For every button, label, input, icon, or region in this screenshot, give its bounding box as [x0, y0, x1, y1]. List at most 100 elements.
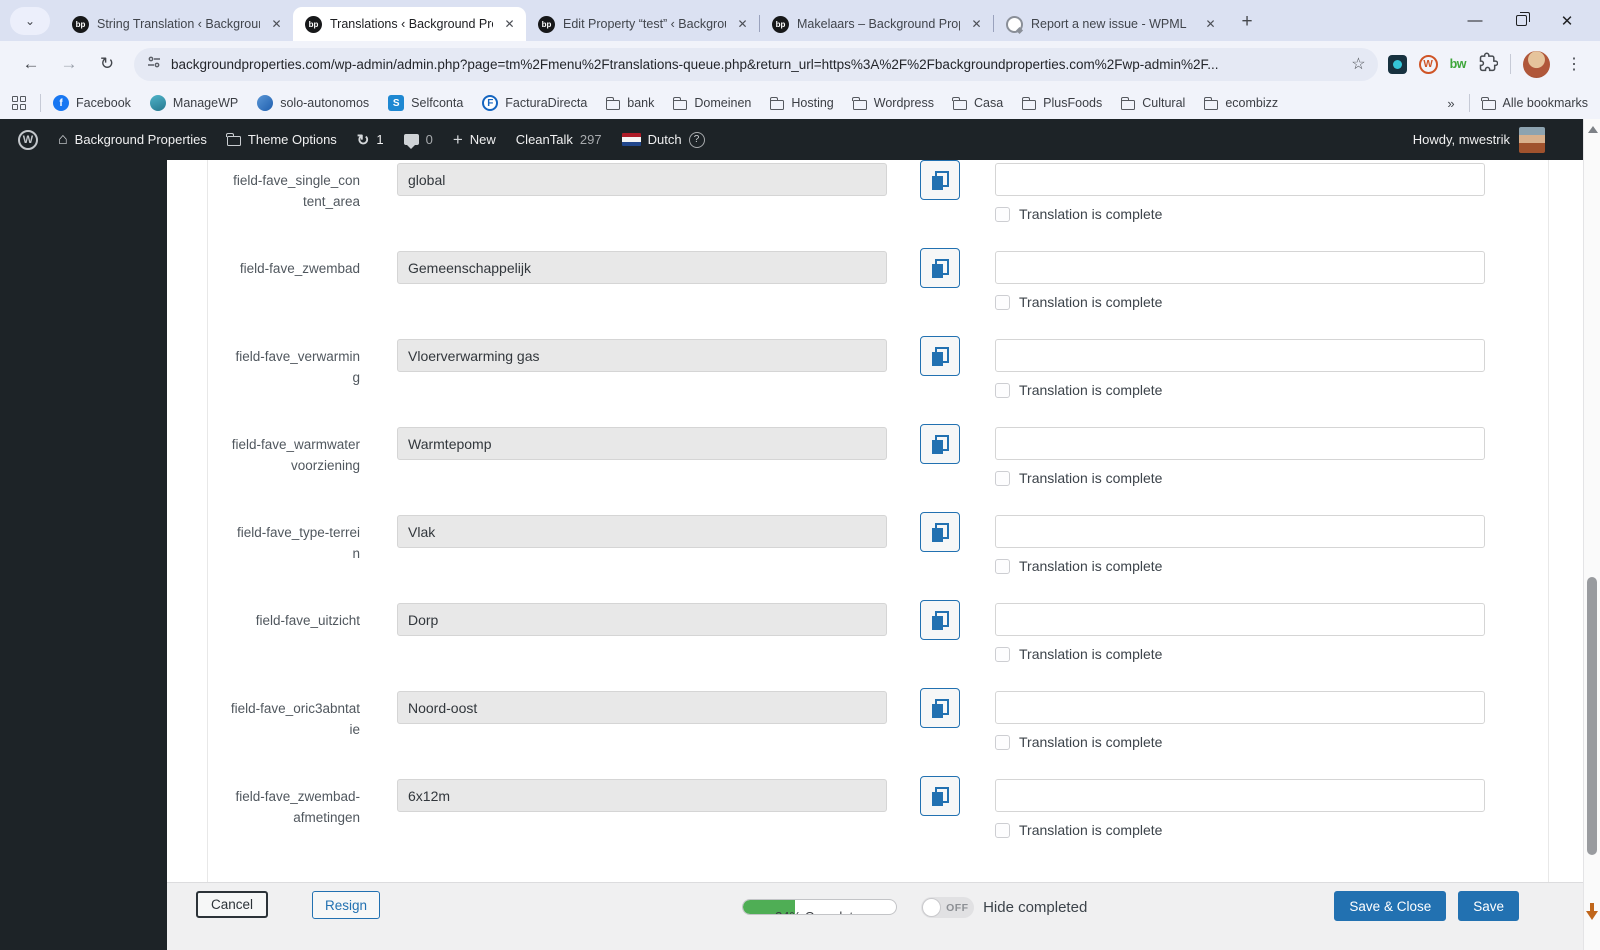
scrollbar-thumb[interactable]: [1587, 577, 1597, 855]
translation-text-input[interactable]: [995, 691, 1485, 724]
bookmark-cultural[interactable]: Cultural: [1120, 96, 1185, 110]
copy-from-original-button[interactable]: [920, 776, 960, 816]
close-window-button[interactable]: ✕: [1544, 0, 1590, 41]
bookmark-hosting[interactable]: Hosting: [769, 96, 834, 110]
scroll-up-arrow-icon[interactable]: [1588, 126, 1598, 133]
tab-search-button[interactable]: ⌄: [10, 7, 50, 35]
copy-from-original-button[interactable]: [920, 424, 960, 464]
resign-button[interactable]: Resign: [312, 891, 381, 919]
translation-text-input[interactable]: [995, 163, 1485, 196]
translation-complete-label: Translation is complete: [1019, 382, 1163, 398]
cleantalk-menu[interactable]: CleanTalk 297: [506, 119, 612, 160]
source-text-input[interactable]: [397, 251, 887, 284]
folder-icon: [605, 96, 621, 110]
copy-from-original-button[interactable]: [920, 336, 960, 376]
bookmark-plusfoods[interactable]: PlusFoods: [1021, 96, 1102, 110]
updates-menu[interactable]: ↻ 1: [347, 119, 394, 160]
browser-tab[interactable]: bp String Translation ‹ Background ✕: [60, 7, 293, 41]
translation-complete-checkbox[interactable]: [995, 382, 1010, 398]
bookmark-facebook[interactable]: f Facebook: [53, 95, 131, 111]
translation-text-input[interactable]: [995, 515, 1485, 548]
source-text-input[interactable]: [397, 691, 887, 724]
source-text-input[interactable]: [397, 339, 887, 372]
translation-complete-checkbox[interactable]: [995, 734, 1010, 750]
account-menu[interactable]: Howdy, mwestrik: [1413, 126, 1545, 153]
translation-complete-checkbox[interactable]: [995, 470, 1010, 486]
all-bookmarks-folder[interactable]: Alle bookmarks: [1481, 96, 1588, 110]
translation-text-input[interactable]: [995, 779, 1485, 812]
translation-text-input[interactable]: [995, 339, 1485, 372]
bp-favicon: bp: [538, 15, 555, 33]
profile-avatar[interactable]: [1523, 50, 1550, 78]
bookmark-ecombizz[interactable]: ecombizz: [1203, 96, 1278, 110]
forward-button[interactable]: →: [52, 47, 86, 81]
apps-grid-icon[interactable]: [12, 96, 26, 110]
bookmark-facturadirecta[interactable]: F FacturaDirecta: [482, 95, 587, 111]
bookmark-solo-autonomos[interactable]: solo-autonomos: [257, 95, 369, 111]
new-tab-button[interactable]: +: [1233, 8, 1261, 36]
bookmark-label: bank: [627, 96, 655, 110]
hide-completed-toggle[interactable]: OFF: [921, 897, 975, 918]
bookmark-star-icon[interactable]: ☆: [1351, 54, 1365, 74]
copy-from-original-button[interactable]: [920, 160, 960, 200]
facebook-favicon: f: [53, 95, 69, 111]
tab-close-icon[interactable]: ✕: [501, 16, 518, 33]
bookmarks-overflow-icon[interactable]: »: [1447, 96, 1454, 111]
tab-close-icon[interactable]: ✕: [968, 16, 985, 33]
theme-options-folder-icon: [226, 133, 241, 146]
theme-options-menu[interactable]: Theme Options: [217, 119, 347, 160]
save-and-close-button[interactable]: Save & Close: [1334, 891, 1447, 921]
translation-complete-checkbox[interactable]: [995, 822, 1010, 838]
browser-tab[interactable]: bp Translations ‹ Background Prop ✕: [293, 7, 526, 41]
copy-from-original-button[interactable]: [920, 248, 960, 288]
browser-tab[interactable]: bp Makelaars – Background Prope ✕: [760, 7, 993, 41]
new-content-menu[interactable]: + New: [443, 119, 506, 160]
source-text-input[interactable]: [397, 779, 887, 812]
save-button[interactable]: Save: [1458, 891, 1519, 921]
translation-text-input[interactable]: [995, 427, 1485, 460]
back-button[interactable]: ←: [14, 47, 48, 81]
tab-close-icon[interactable]: ✕: [1202, 16, 1219, 33]
copy-from-original-button[interactable]: [920, 688, 960, 728]
language-menu[interactable]: Dutch ?: [612, 119, 715, 160]
translation-text-input[interactable]: [995, 251, 1485, 284]
translation-complete-checkbox[interactable]: [995, 294, 1010, 310]
wordpress-extension-icon[interactable]: W: [1418, 54, 1438, 74]
browser-tab[interactable]: bp Edit Property “test” ‹ Backgroun ✕: [526, 7, 759, 41]
page-scrollbar[interactable]: [1583, 119, 1600, 950]
wp-logo-menu[interactable]: W: [8, 119, 48, 160]
bookmark-bank[interactable]: bank: [605, 96, 655, 110]
bookmark-wordpress[interactable]: Wordpress: [852, 96, 934, 110]
source-text-input[interactable]: [397, 427, 887, 460]
copy-from-original-button[interactable]: [920, 512, 960, 552]
bookmark-managewp[interactable]: ManageWP: [149, 95, 238, 111]
bookmark-selfconta[interactable]: S Selfconta: [388, 95, 463, 111]
restore-button[interactable]: [1498, 0, 1544, 41]
reload-button[interactable]: ↻: [90, 47, 124, 81]
translation-complete-checkbox[interactable]: [995, 646, 1010, 662]
extensions-puzzle-icon[interactable]: [1478, 52, 1499, 77]
site-name-menu[interactable]: ⌂ Background Properties: [48, 119, 217, 160]
comments-menu[interactable]: 0: [394, 119, 443, 160]
help-icon[interactable]: ?: [688, 131, 705, 148]
toolbar-separator: [1510, 54, 1511, 74]
minimize-button[interactable]: —: [1452, 0, 1498, 41]
translation-complete-checkbox[interactable]: [995, 206, 1010, 222]
bookmark-domeinen[interactable]: Domeinen: [672, 96, 751, 110]
cleantalk-extension-icon[interactable]: [1387, 54, 1407, 74]
tab-close-icon[interactable]: ✕: [268, 16, 285, 33]
translation-text-input[interactable]: [995, 603, 1485, 636]
cancel-button[interactable]: Cancel: [196, 891, 269, 918]
source-text-input[interactable]: [397, 515, 887, 548]
tab-close-icon[interactable]: ✕: [734, 16, 751, 33]
site-settings-icon[interactable]: [146, 54, 162, 75]
source-text-input[interactable]: [397, 603, 887, 636]
bookmark-casa[interactable]: Casa: [952, 96, 1003, 110]
bw-extension-icon[interactable]: bw: [1450, 57, 1467, 71]
browser-menu-button[interactable]: ⋮: [1562, 54, 1586, 74]
copy-from-original-button[interactable]: [920, 600, 960, 640]
address-bar[interactable]: backgroundproperties.com/wp-admin/admin.…: [134, 47, 1378, 81]
translation-complete-checkbox[interactable]: [995, 558, 1010, 574]
browser-tab[interactable]: Report a new issue - WPML ✕: [994, 7, 1227, 41]
source-text-input[interactable]: [397, 163, 887, 196]
